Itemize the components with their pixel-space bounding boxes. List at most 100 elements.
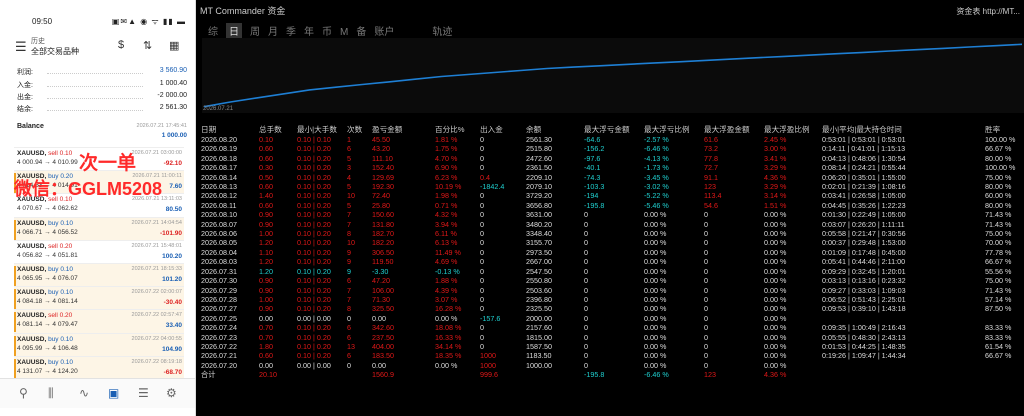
tab-item[interactable]: 日 bbox=[226, 23, 242, 38]
messages-icon[interactable]: ☰ bbox=[138, 386, 149, 400]
tab-item[interactable]: 季 bbox=[286, 23, 296, 38]
table-cell: 0.00 % bbox=[644, 332, 667, 342]
table-cell: 0 bbox=[704, 247, 708, 257]
table-cell: 1183.50 bbox=[526, 351, 552, 361]
table-cell: 80.00 % bbox=[985, 153, 1012, 163]
menu-icon[interactable]: ☰ bbox=[15, 39, 27, 55]
deal-time: 2026.07.21 03:00:00 bbox=[131, 150, 182, 156]
table-cell: -40.1 bbox=[584, 163, 601, 173]
table-cell: 0:08:14 | 0:24:21 | 0:55:44 bbox=[822, 163, 906, 173]
history-icon[interactable]: ▣ bbox=[108, 386, 119, 400]
balance-entry[interactable]: Balance 2026.07.21 17:45:41 1 000.00 bbox=[17, 123, 187, 143]
table-cell: 2026.07.23 bbox=[201, 332, 237, 342]
deal-profit: -92.10 bbox=[163, 160, 182, 167]
table-cell: 0 bbox=[584, 332, 588, 342]
table-cell: 18.08 % bbox=[435, 323, 462, 333]
table-cell: 0.00 % bbox=[764, 238, 787, 248]
bottom-nav: ⚲ ⫼ ∿ ▣ ☰ ⚙ bbox=[0, 378, 195, 408]
summary-value: -2 000.00 bbox=[157, 92, 187, 99]
table-cell: 2026.08.20 bbox=[201, 135, 237, 144]
table-cell: 0.00 % bbox=[644, 219, 667, 229]
table-cell: 0 bbox=[584, 285, 588, 295]
table-cell: -3.30 bbox=[372, 266, 389, 276]
table-cell: 0 bbox=[480, 191, 484, 201]
tab-item[interactable]: 备 bbox=[356, 23, 366, 38]
sort-icon[interactable]: ⇅ bbox=[143, 39, 152, 52]
trade-icon[interactable]: ∿ bbox=[79, 386, 89, 400]
table-cell: 0 bbox=[584, 219, 588, 229]
tab-item[interactable]: 轨迹 bbox=[432, 23, 452, 38]
table-cell: -6.46 % bbox=[644, 370, 669, 380]
table-cell: 9 bbox=[347, 247, 351, 257]
table-cell: 5 bbox=[347, 200, 351, 210]
deal-profit: -30.40 bbox=[163, 299, 182, 307]
table-cell: 0:14:11 | 0:41:01 | 1:15:13 bbox=[822, 144, 906, 154]
deal-item[interactable]: XAUUSD, buy 0.10 4 065.95 → 4 076.07 2026.… bbox=[14, 263, 184, 287]
tab-item[interactable]: 综 bbox=[208, 23, 218, 38]
table-cell: 66.67 % bbox=[985, 144, 1012, 154]
table-cell: 0:05:55 | 0:48:30 | 2:43:13 bbox=[822, 332, 906, 342]
settings-icon[interactable]: ⚙ bbox=[166, 386, 177, 400]
table-cell: 0 bbox=[704, 285, 708, 295]
table-cell: 0.00 % bbox=[764, 313, 787, 323]
table-cell: 152.40 bbox=[372, 163, 394, 173]
table-cell: -64.6 bbox=[584, 135, 601, 144]
table-cell: 0.00 % bbox=[764, 229, 787, 239]
quotes-icon[interactable]: ⚲ bbox=[19, 386, 28, 400]
table-cell: 0.10 | 0.20 bbox=[297, 229, 331, 239]
table-cell: 1.81 % bbox=[435, 135, 458, 144]
table-cell: 盈亏金额 bbox=[372, 125, 403, 134]
table-header: 日期 总手数 最小|大手数 次数 盈亏金额 百分比% 出入金 余额 最大浮亏金额 最大浮亏比例 最大… bbox=[200, 124, 1024, 135]
table-cell bbox=[821, 370, 984, 379]
table-row: 2026.08.06 1.00 0.10 | 0.20 8 182.70 6.11 % 0 3… bbox=[200, 229, 1024, 238]
table-cell: 0.60 bbox=[259, 200, 273, 210]
table-total-row: 合计 20.10 1560.9 999.6 -195.8 -6.46 % 123 4.36 % bbox=[200, 370, 1024, 379]
table-cell: 0 bbox=[480, 210, 484, 220]
table-cell: 0:03:13 | 0:13:16 | 0:23:32 bbox=[822, 276, 906, 286]
header-title[interactable]: 全部交易品种 bbox=[31, 46, 79, 57]
table-cell: 80.00 % bbox=[985, 200, 1012, 210]
tab-item[interactable]: M bbox=[340, 27, 348, 38]
deal-item[interactable]: XAUUSD, buy 0.10 4 084.18 → 4 081.14 2026.… bbox=[14, 286, 184, 311]
deal-item[interactable]: XAUUSD, sell 0.20 4 081.14 → 4 079.47 2026… bbox=[14, 309, 184, 334]
currency-filter-icon[interactable]: $ bbox=[118, 39, 124, 51]
calendar-icon[interactable]: ▦ bbox=[169, 39, 179, 52]
desktop-stats-panel: MT Commander 资金 资金表 http://MT... 综日周月季年币… bbox=[196, 0, 1024, 416]
table-row: 2026.07.22 1.80 0.10 | 0.20 13 404.00 34.14 %… bbox=[200, 342, 1024, 351]
chart-icon[interactable]: ⫼ bbox=[48, 386, 54, 401]
deal-item[interactable]: XAUUSD, sell 0.20 4 056.82 → 4 051.81 2026… bbox=[14, 239, 184, 264]
deal-title: XAUUSD, buy 0.10 bbox=[17, 336, 73, 343]
table-cell: 2026.07.31 bbox=[201, 266, 237, 276]
deal-side: sell 0.20 bbox=[48, 312, 73, 320]
tab-item[interactable]: 年 bbox=[304, 23, 314, 38]
table-cell: 16.33 % bbox=[435, 332, 462, 342]
deal-item[interactable]: XAUUSD, buy 0.10 4 131.07 → 4 124.20 2026.… bbox=[14, 355, 184, 380]
table-cell: 0 bbox=[584, 294, 588, 304]
deal-title: XAUUSD, sell 0.20 bbox=[17, 243, 72, 250]
overlay-contact-text: 微信：GGLM5208 bbox=[14, 179, 163, 199]
table-cell: 0 bbox=[584, 313, 588, 323]
table-row: 2026.07.23 0.70 0.10 | 0.20 6 237.50 16.33 % 0… bbox=[200, 333, 1024, 342]
deal-item[interactable]: XAUUSD, buy 0.10 4 095.99 → 4 106.48 2026.… bbox=[14, 332, 184, 357]
table-cell: 54.6 bbox=[704, 200, 718, 210]
table-row: 2026.08.04 1.10 0.10 | 0.20 9 306.50 11.49 % 0… bbox=[200, 248, 1024, 257]
table-cell: 0 bbox=[704, 219, 708, 229]
tab-item[interactable]: 月 bbox=[268, 23, 278, 38]
tab-item[interactable]: 币 bbox=[322, 23, 332, 38]
table-cell: 0.00 % bbox=[764, 219, 787, 229]
tab-item[interactable]: 周 bbox=[250, 23, 260, 38]
tab-item[interactable]: 账户 bbox=[374, 23, 394, 38]
table-cell: -5.22 % bbox=[644, 191, 669, 201]
table-cell: 1000 bbox=[480, 351, 496, 361]
table-cell: 3155.70 bbox=[526, 238, 552, 248]
table-row: 2026.07.24 0.70 0.10 | 0.20 6 342.60 18.08 % 0… bbox=[200, 323, 1024, 332]
table-cell: 0 bbox=[480, 257, 484, 267]
deal-profit: 80.50 bbox=[165, 206, 182, 214]
table-cell: 0 bbox=[480, 219, 484, 229]
table-cell: 11.49 % bbox=[435, 247, 461, 257]
deal-item[interactable]: XAUUSD, buy 0.10 4 066.71 → 4 056.52 2026.… bbox=[14, 216, 184, 241]
summary-value: 3 560.90 bbox=[159, 67, 187, 74]
table-cell: 0:03:07 | 0:26:20 | 1:11:11 bbox=[822, 219, 905, 229]
app-header: ☰ 历史 全部交易品种 $ ⇅ ▦ bbox=[0, 33, 195, 61]
table-cell: 0 bbox=[347, 360, 351, 370]
